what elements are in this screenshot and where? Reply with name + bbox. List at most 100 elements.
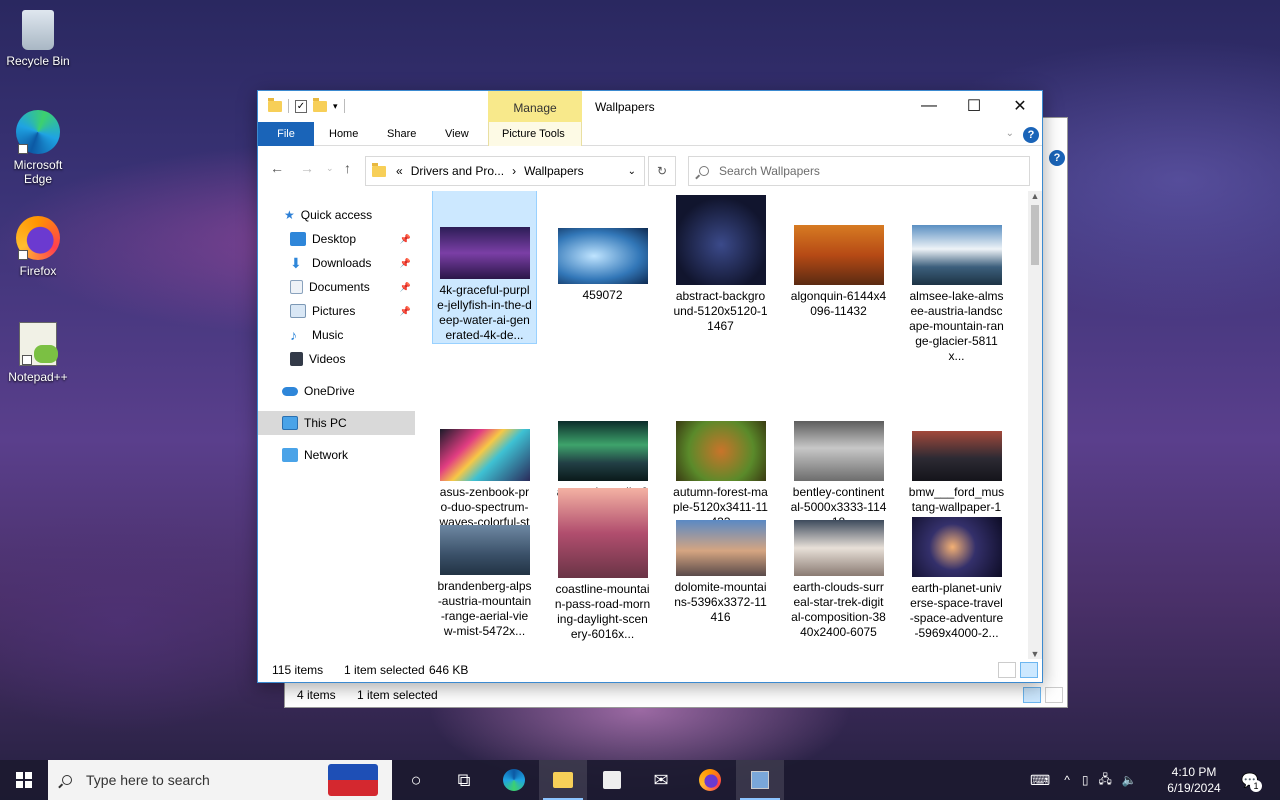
network-icon[interactable]: 🖧 (1098, 770, 1111, 791)
taskbar-edge-button[interactable] (490, 760, 538, 800)
file-tile[interactable]: coastline-mountain-pass-road-morning-day… (550, 488, 655, 648)
expand-ribbon-icon[interactable]: ⌄ (1006, 128, 1014, 139)
vertical-scrollbar[interactable]: ▲ ▼ (1028, 191, 1042, 659)
file-name-label: earth-clouds-surreal-star-trek-digital-c… (791, 580, 886, 639)
nav-videos[interactable]: Videos (258, 347, 415, 371)
nav-desktop[interactable]: Desktop 📌 (258, 227, 415, 251)
search-box[interactable]: Search Wallpapers (688, 156, 1030, 186)
taskbar-file-explorer-button[interactable] (539, 760, 587, 800)
details-view-button[interactable] (1023, 687, 1041, 703)
image-thumbnail (675, 195, 766, 285)
nav-downloads[interactable]: ⬇ Downloads 📌 (258, 251, 415, 275)
nav-music[interactable]: ♪ Music (258, 323, 415, 347)
action-center-button[interactable]: 💬 1 (1230, 760, 1270, 800)
tab-home[interactable]: Home (317, 122, 370, 146)
title-bar[interactable]: ✓ ▾ Manage Wallpapers — ☐ ✕ (258, 91, 1042, 122)
scrollbar-thumb[interactable] (1031, 205, 1039, 265)
star-icon: ★ (284, 208, 295, 222)
tab-view[interactable]: View (433, 122, 481, 146)
keyboard-icon[interactable]: ⌨ (1030, 772, 1050, 789)
start-button[interactable] (0, 760, 48, 800)
desktop-icon-recycle-bin[interactable]: Recycle Bin (0, 10, 76, 68)
task-view-button[interactable]: ⧉ (440, 760, 488, 800)
image-thumbnail (439, 227, 530, 279)
desktop-icon-firefox[interactable]: Firefox (0, 216, 76, 278)
close-button[interactable]: ✕ (997, 91, 1043, 121)
notification-count: 1 (1250, 780, 1262, 792)
large-icons-view-button[interactable] (1020, 662, 1038, 678)
nav-quick-access[interactable]: ★ Quick access (258, 203, 415, 227)
help-icon[interactable]: ? (1023, 127, 1039, 143)
file-tile[interactable]: 4k-graceful-purple-jellyfish-in-the-deep… (432, 191, 537, 344)
large-icons-view-button[interactable] (1045, 687, 1063, 703)
taskbar: Type here to search ○ ⧉ ✉ ⌨ ^ ▯ 🖧 🔈 4:10… (0, 760, 1280, 800)
recent-locations-button[interactable]: ⌄ (326, 163, 334, 174)
tab-share[interactable]: Share (375, 122, 428, 146)
nav-pictures[interactable]: Pictures 📌 (258, 299, 415, 323)
cortana-button[interactable]: ○ (392, 760, 440, 800)
file-tile[interactable]: earth-clouds-surreal-star-trek-digital-c… (786, 488, 891, 648)
image-thumbnail (439, 525, 530, 575)
file-tile[interactable]: dolomite-mountains-5396x3372-11416 (668, 488, 773, 648)
scroll-up-icon[interactable]: ▲ (1028, 191, 1042, 201)
taskbar-search-box[interactable]: Type here to search (48, 760, 392, 800)
shortcut-arrow-icon (18, 250, 28, 260)
maximize-button[interactable]: ☐ (951, 91, 997, 121)
nav-label: Documents (309, 280, 370, 294)
search-icon (62, 775, 72, 785)
file-tile[interactable]: almsee-lake-almsee-austria-landscape-mou… (904, 191, 1009, 363)
file-tile[interactable]: abstract-background-5120x5120-11467 (668, 191, 773, 351)
breadcrumb-current[interactable]: Wallpapers (524, 164, 584, 178)
breadcrumb-parent[interactable]: Drivers and Pro... (411, 164, 504, 178)
shortcut-arrow-icon (22, 355, 32, 365)
forward-button[interactable]: → (300, 160, 314, 176)
properties-icon[interactable]: ✓ (295, 99, 307, 113)
nav-this-pc[interactable]: This PC (258, 411, 415, 435)
breadcrumb[interactable]: « Drivers and Pro... › Wallpapers ⌄ (365, 156, 645, 186)
file-name-label: 459072 (582, 288, 623, 302)
file-tile[interactable]: 459072 (550, 191, 655, 351)
taskbar-mail-button[interactable]: ✉ (637, 760, 685, 800)
show-hidden-icons-icon[interactable]: ^ (1064, 773, 1070, 787)
edge-icon (16, 110, 60, 154)
details-view-button[interactable] (998, 662, 1016, 678)
file-tile[interactable]: earth-planet-universe-space-travel-space… (904, 488, 1009, 648)
status-item-count: 4 items (297, 688, 336, 702)
refresh-button[interactable]: ↻ (648, 156, 676, 186)
help-icon[interactable]: ? (1049, 150, 1065, 166)
documents-icon (290, 280, 303, 294)
file-explorer-window[interactable]: ✓ ▾ Manage Wallpapers — ☐ ✕ File Home Sh… (257, 90, 1043, 683)
volume-icon[interactable]: 🔈 (1122, 773, 1137, 787)
taskbar-firefox-button[interactable] (686, 760, 734, 800)
customize-qat-icon[interactable]: ▾ (333, 101, 338, 112)
minimize-button[interactable]: — (906, 91, 952, 121)
chevron-down-icon[interactable]: ⌄ (628, 166, 636, 177)
clock[interactable]: 4:10 PM 6/19/2024 (1160, 764, 1228, 796)
image-thumbnail (793, 520, 884, 576)
new-folder-icon[interactable] (313, 97, 327, 112)
up-button[interactable]: ↑ (344, 160, 351, 176)
breadcrumb-overflow[interactable]: « (396, 164, 403, 178)
image-thumbnail (675, 520, 766, 576)
manage-tab[interactable]: Manage (488, 91, 582, 122)
image-thumbnail (793, 421, 884, 481)
tab-file[interactable]: File (258, 122, 314, 146)
taskbar-store-button[interactable] (588, 760, 636, 800)
download-arrow-icon: ⬇ (290, 255, 302, 271)
desktop-icon-notepad-plus-plus[interactable]: Notepad++ (0, 322, 76, 384)
nav-onedrive[interactable]: OneDrive (258, 379, 415, 403)
file-tile[interactable]: brandenberg-alps-austria-mountain-range-… (432, 488, 537, 648)
cloud-icon (282, 386, 298, 396)
back-button[interactable]: ← (270, 160, 284, 176)
nav-label: Quick access (300, 208, 373, 222)
nav-network[interactable]: Network (258, 443, 415, 467)
taskbar-app-button[interactable] (736, 760, 784, 800)
search-highlight-icon[interactable] (328, 764, 378, 796)
file-tile[interactable]: algonquin-6144x4096-11432 (786, 191, 891, 351)
tab-picture-tools[interactable]: Picture Tools (490, 122, 577, 146)
nav-documents[interactable]: Documents 📌 (258, 275, 415, 299)
image-thumbnail (911, 431, 1002, 481)
windows-logo-icon (16, 772, 32, 788)
desktop-icon-microsoft-edge[interactable]: Microsoft Edge (0, 110, 76, 186)
device-icon[interactable]: ▯ (1082, 773, 1089, 787)
